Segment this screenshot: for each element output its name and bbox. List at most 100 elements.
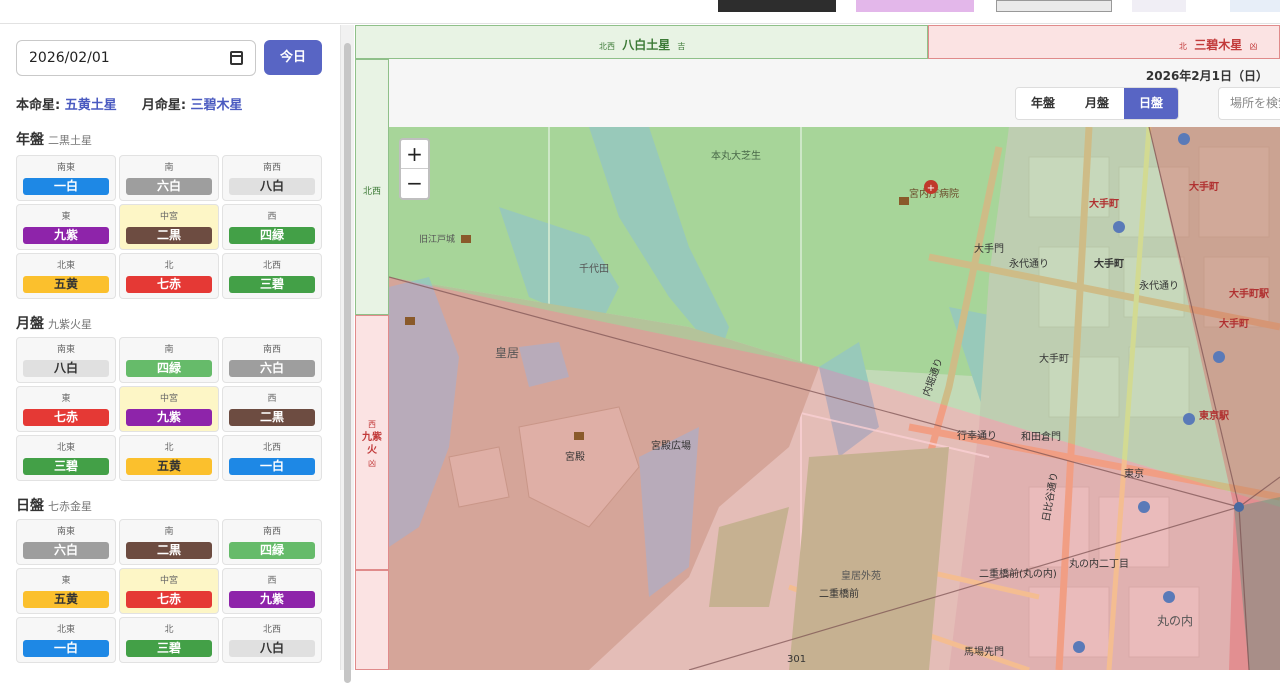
direction-label: 西 bbox=[267, 576, 277, 586]
star-cell[interactable]: 南西 四緑 bbox=[222, 519, 322, 565]
star-cell[interactable]: 西四緑 bbox=[222, 204, 322, 250]
star-cell[interactable]: 北西 三碧 bbox=[222, 253, 322, 299]
star-badge: 九紫 bbox=[23, 227, 109, 244]
ad-image[interactable] bbox=[1230, 0, 1280, 12]
star-cell[interactable]: 南四緑 bbox=[119, 337, 219, 383]
star-badge: 二黒 bbox=[126, 542, 212, 559]
map-label: 宮殿広場 bbox=[651, 439, 691, 452]
map-label: 永代通り bbox=[1009, 257, 1049, 270]
star-badge: 六白 bbox=[23, 542, 109, 559]
map-label: 本丸大芝生 bbox=[711, 149, 761, 162]
star-cell[interactable]: 中宮 七赤 bbox=[119, 568, 219, 614]
map-label: 千代田 bbox=[579, 263, 609, 275]
map-label: 皇居 bbox=[495, 346, 519, 360]
view-button-day[interactable]: 日盤 bbox=[1124, 88, 1178, 119]
direction-label: 南 bbox=[164, 163, 174, 173]
band-mark: 凶 bbox=[1249, 42, 1258, 51]
star-badge: 八白 bbox=[229, 640, 315, 657]
star-cell[interactable]: 南東 八白 bbox=[16, 337, 116, 383]
getsumei-star: 三碧木星 bbox=[190, 98, 243, 113]
star-cell[interactable]: 東九紫 bbox=[16, 204, 116, 250]
star-cell[interactable]: 中宮 九紫 bbox=[119, 386, 219, 432]
star-cell[interactable]: 南六白 bbox=[119, 155, 219, 201]
star-cell[interactable]: 南二黒 bbox=[119, 519, 219, 565]
star-badge: 五黄 bbox=[23, 276, 109, 293]
getsumei-label: 月命星: bbox=[141, 98, 187, 113]
direction-label: 南東 bbox=[56, 527, 75, 537]
direction-label: 中宮 bbox=[159, 212, 178, 222]
star-cell[interactable]: 中宮 二黒 bbox=[119, 204, 219, 250]
ad-image[interactable] bbox=[996, 0, 1112, 12]
star-badge: 七赤 bbox=[126, 591, 212, 608]
star-cell[interactable]: 北七赤 bbox=[119, 253, 219, 299]
map-label: 東京駅 bbox=[1199, 409, 1230, 422]
star-cell[interactable]: 東七赤 bbox=[16, 386, 116, 432]
map-label: 和田倉門 bbox=[1021, 430, 1061, 443]
direction-label: 北 bbox=[164, 261, 174, 271]
map-label: 丸の内二丁目 bbox=[1069, 557, 1129, 570]
calendar-icon[interactable] bbox=[230, 51, 243, 65]
ad-image[interactable] bbox=[856, 0, 974, 12]
map-label: 旧江戸城 bbox=[419, 234, 455, 245]
star-cell[interactable]: 北西 八白 bbox=[222, 617, 322, 663]
star-cell[interactable]: 南西 八白 bbox=[222, 155, 322, 201]
section-title-main: 日盤 bbox=[16, 498, 44, 514]
star-cell[interactable]: 北五黄 bbox=[119, 435, 219, 481]
star-badge: 七赤 bbox=[126, 276, 212, 293]
honmei-label: 本命星: bbox=[16, 98, 61, 113]
direction-label: 北西 bbox=[262, 261, 281, 271]
direction-label: 北東 bbox=[56, 261, 75, 271]
zoom-out-button[interactable]: − bbox=[401, 169, 428, 198]
star-cell[interactable]: 北東 三碧 bbox=[16, 435, 116, 481]
map-label: 大手町 bbox=[1089, 197, 1119, 210]
star-cell[interactable]: 東五黄 bbox=[16, 568, 116, 614]
side-west-star1: 九紫 bbox=[362, 432, 382, 443]
today-button[interactable]: 今日 bbox=[264, 40, 322, 75]
direction-label: 南西 bbox=[262, 527, 281, 537]
scrollbar-thumb[interactable] bbox=[344, 43, 351, 683]
star-cell[interactable]: 西九紫 bbox=[222, 568, 322, 614]
star-badge: 五黄 bbox=[23, 591, 109, 608]
map-label: 丸の内 bbox=[1157, 614, 1193, 628]
direction-label: 西 bbox=[267, 394, 277, 404]
star-cell[interactable]: 北東 五黄 bbox=[16, 253, 116, 299]
star-cell[interactable]: 南東 一白 bbox=[16, 155, 116, 201]
view-button-year[interactable]: 年盤 bbox=[1016, 88, 1070, 119]
ad-image[interactable] bbox=[1132, 0, 1186, 12]
direction-band-southwest bbox=[355, 570, 389, 670]
star-cell[interactable]: 西二黒 bbox=[222, 386, 322, 432]
star-cell[interactable]: 南東 六白 bbox=[16, 519, 116, 565]
star-cell[interactable]: 北東 一白 bbox=[16, 617, 116, 663]
side-west-dir: 西 bbox=[368, 420, 376, 429]
section-title-sub: 七赤金星 bbox=[48, 500, 92, 513]
star-badge: 二黒 bbox=[126, 227, 212, 244]
map-label: 大手町 bbox=[1219, 317, 1249, 330]
map-canvas[interactable]: 本丸大芝生 宮内庁病院 大手町 大手町 大手町 大手門 永代通り 永代通り 大手… bbox=[389, 127, 1280, 670]
star-badge: 四緑 bbox=[126, 360, 212, 377]
map-label: 二重橋前 bbox=[819, 587, 859, 600]
band-dir: 北 bbox=[1179, 42, 1187, 51]
direction-label: 南 bbox=[164, 345, 174, 355]
star-badge: 二黒 bbox=[229, 409, 315, 426]
map-label: 皇居外苑 bbox=[841, 569, 881, 582]
star-badge: 三碧 bbox=[126, 640, 212, 657]
direction-band-west: 西 九紫 火 凶 bbox=[355, 315, 389, 570]
map-toolbar: 2026年2月1日（日） 年盤 月盤 日盤 場所を検索... bbox=[389, 59, 1280, 127]
map-label: 大手門 bbox=[974, 242, 1004, 255]
star-cell[interactable]: 北三碧 bbox=[119, 617, 219, 663]
view-button-month[interactable]: 月盤 bbox=[1070, 88, 1124, 119]
honmei-star: 五黄土星 bbox=[64, 98, 117, 113]
star-cell[interactable]: 南西 六白 bbox=[222, 337, 322, 383]
star-badge: 三碧 bbox=[229, 276, 315, 293]
star-cell[interactable]: 北西 一白 bbox=[222, 435, 322, 481]
map-date-display: 2026年2月1日（日） bbox=[1145, 69, 1268, 83]
zoom-in-button[interactable]: + bbox=[401, 140, 428, 169]
sidebar-scrollbar[interactable] bbox=[340, 25, 354, 683]
side-west-label: 西 九紫 火 凶 bbox=[356, 418, 388, 470]
direction-label: 中宮 bbox=[159, 576, 178, 586]
place-search-input[interactable]: 場所を検索... bbox=[1218, 87, 1280, 120]
map-label: 大手町 bbox=[1039, 352, 1069, 365]
date-input[interactable]: 2026/02/01 bbox=[16, 40, 256, 76]
ad-image[interactable] bbox=[718, 0, 836, 12]
star-badge: 一白 bbox=[23, 178, 109, 195]
